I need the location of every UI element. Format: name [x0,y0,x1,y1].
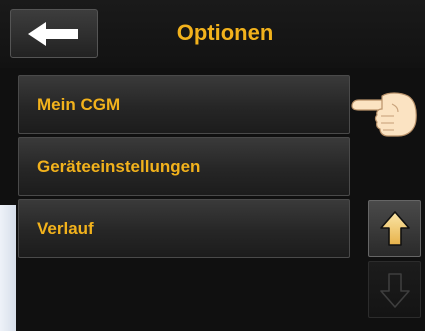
back-button[interactable] [10,9,98,58]
device-screen: Optionen Mein CGM Geräteeinstellungen Ve… [0,0,425,331]
scroll-up-button[interactable] [368,200,421,257]
menu-item-label: Mein CGM [37,94,121,114]
scroll-down-button[interactable] [368,261,421,318]
menu-item-verlauf[interactable]: Verlauf [18,199,350,258]
menu-item-label: Geräteeinstellungen [37,156,201,176]
menu-item-mein-cgm[interactable]: Mein CGM [18,75,350,134]
arrow-down-icon [379,272,410,308]
page-title: Optionen [176,20,274,45]
screen-glare [0,205,16,331]
arrow-up-icon [379,210,410,246]
menu-item-geraeteeinstellungen[interactable]: Geräteeinstellungen [18,137,350,196]
menu-item-label: Verlauf [37,218,94,238]
pointing-hand-icon [351,92,417,137]
header-bar: Optionen [0,0,425,68]
arrow-left-icon [28,21,78,46]
